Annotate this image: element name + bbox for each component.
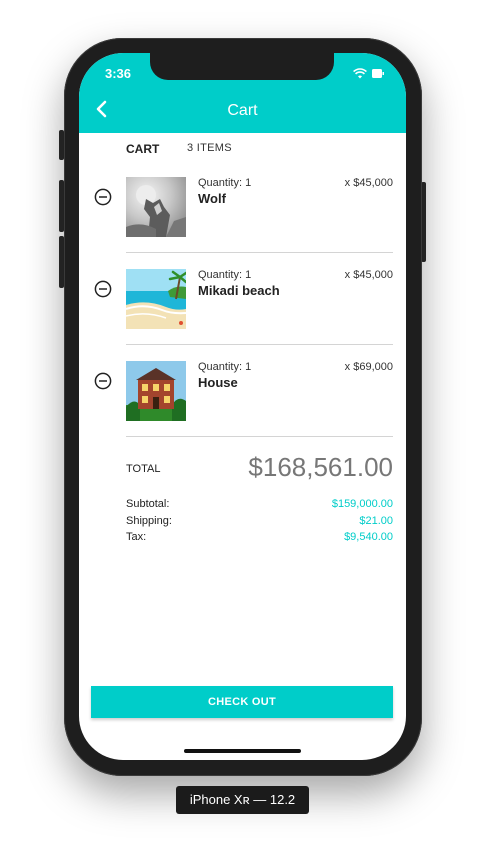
tax-label: Tax: [126, 531, 147, 543]
status-time: 3:36 [105, 66, 132, 81]
total-label: TOTAL [126, 463, 161, 475]
beach-thumbnail[interactable] [126, 269, 186, 329]
status-icons [353, 68, 384, 79]
item-price: x $69,000 [344, 361, 393, 373]
item-name[interactable]: House [198, 375, 238, 390]
wolf-thumbnail[interactable] [126, 177, 186, 237]
subtotal-label: Subtotal: [126, 498, 170, 510]
item-name[interactable]: Mikadi beach [198, 283, 280, 298]
cart-item-house: Quantity: 1 House x $69,000 [79, 361, 406, 453]
cart-section-label: CART [126, 142, 160, 156]
remove-item-button[interactable] [94, 188, 112, 206]
item-name[interactable]: Wolf [198, 191, 226, 206]
item-quantity: Quantity: 1 [198, 361, 252, 373]
subtotal-value: $159,000.00 [331, 498, 393, 510]
app-screen: 3:36 Cart CART 3 ITEMS Quantity: 1 Wolf … [79, 53, 406, 760]
device-label: iPhone Xʀ — 12.2 [176, 786, 309, 814]
remove-item-button[interactable] [94, 280, 112, 298]
shipping-row: Shipping: $21.00 [126, 515, 393, 529]
items-count-label: 3 ITEMS [187, 142, 232, 154]
house-thumbnail[interactable] [126, 361, 186, 421]
remove-item-button[interactable] [94, 372, 112, 390]
item-quantity: Quantity: 1 [198, 177, 252, 189]
tax-row: Tax: $9,540.00 [126, 531, 393, 545]
shipping-label: Shipping: [126, 515, 172, 527]
item-divider [126, 436, 393, 437]
wifi-icon [353, 68, 367, 79]
item-divider [126, 252, 393, 253]
home-indicator[interactable] [184, 749, 301, 753]
checkout-button[interactable]: CHECK OUT [91, 686, 393, 718]
battery-icon [372, 69, 384, 78]
item-divider [126, 344, 393, 345]
item-price: x $45,000 [344, 269, 393, 281]
cart-item-mikadi-beach: Quantity: 1 Mikadi beach x $45,000 [79, 269, 406, 361]
item-price: x $45,000 [344, 177, 393, 189]
item-quantity: Quantity: 1 [198, 269, 252, 281]
page-title: Cart [227, 102, 258, 119]
device-notch [150, 53, 334, 80]
shipping-value: $21.00 [359, 515, 393, 527]
total-value: $168,561.00 [248, 452, 393, 482]
subtotal-row: Subtotal: $159,000.00 [126, 498, 393, 512]
tax-value: $9,540.00 [344, 531, 393, 543]
cart-item-wolf: Quantity: 1 Wolf x $45,000 [79, 177, 406, 269]
